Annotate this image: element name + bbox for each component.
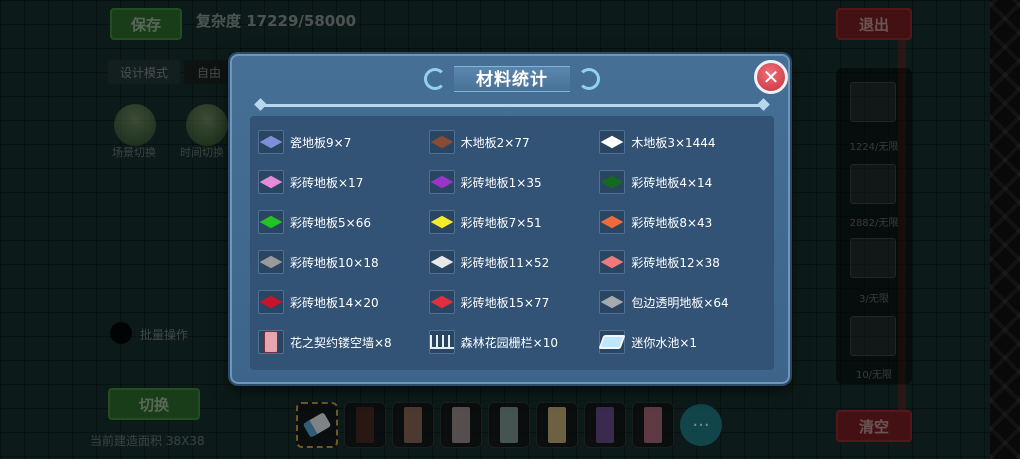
floor-tile-icon — [430, 135, 453, 149]
material-icon-box — [599, 290, 626, 314]
material-item: 彩砖地板12×38 — [599, 242, 766, 282]
material-icon-box — [428, 330, 455, 354]
fence-icon — [429, 335, 454, 349]
material-icon-box — [258, 290, 284, 314]
material-icon-box — [599, 170, 626, 194]
material-label: 森林花园栅栏×10 — [460, 335, 558, 350]
floor-tile-icon — [601, 295, 624, 309]
floor-tile-icon — [259, 295, 283, 309]
material-label: 彩砖地板11×52 — [460, 255, 550, 270]
material-icon-box — [258, 210, 284, 234]
floor-tile-icon — [259, 215, 283, 229]
floor-tile-icon — [430, 175, 453, 189]
floor-tile-icon — [430, 215, 453, 229]
material-item: 彩砖地板7×51 — [428, 202, 596, 242]
material-item: 彩砖地板10×18 — [258, 242, 425, 282]
material-label: 彩砖地板×17 — [290, 175, 364, 190]
floor-tile-icon — [259, 175, 283, 189]
close-icon: ✕ — [762, 65, 780, 89]
floor-tile-icon — [259, 135, 283, 149]
material-label: 彩砖地板14×20 — [290, 295, 379, 310]
material-item: 彩砖地板4×14 — [599, 162, 766, 202]
material-label: 彩砖地板4×14 — [631, 175, 713, 190]
material-item: 迷你水池×1 — [598, 322, 766, 362]
material-icon-box — [428, 290, 455, 314]
material-item: 花之契约镂空墙×8 — [258, 322, 425, 362]
material-item: 彩砖地板15×77 — [428, 282, 596, 322]
floor-tile-icon — [430, 295, 453, 309]
material-icon-box — [258, 330, 284, 354]
material-icon-box — [428, 210, 455, 234]
material-icon-box — [599, 250, 626, 274]
material-item: 彩砖地板11×52 — [428, 242, 596, 282]
material-label: 包边透明地板×64 — [631, 295, 729, 310]
floor-tile-icon — [601, 135, 624, 149]
material-item: 彩砖地板1×35 — [428, 162, 596, 202]
material-label: 彩砖地板10×18 — [290, 255, 379, 270]
material-icon-box — [428, 250, 455, 274]
floor-tile-icon — [430, 255, 453, 269]
material-label: 彩砖地板5×66 — [290, 215, 371, 230]
material-item: 包边透明地板×64 — [599, 282, 766, 322]
close-button[interactable]: ✕ — [754, 60, 788, 94]
material-label: 迷你水池×1 — [631, 335, 698, 350]
material-icon-box — [598, 330, 626, 354]
material-label: 彩砖地板7×51 — [460, 215, 542, 230]
header-divider — [260, 104, 764, 107]
material-label: 花之契约镂空墙×8 — [290, 335, 392, 350]
material-icon-box — [599, 130, 626, 154]
material-stats-dialog: 材料统计 ✕ 瓷地板9×7 木地板2×77 木地板3×1444 彩砖地板×17 彩砖地板… — [230, 54, 790, 384]
dialog-title: 材料统计 — [454, 66, 570, 92]
swirl-ornament-icon — [424, 68, 446, 90]
material-label: 彩砖地板15×77 — [460, 295, 550, 310]
material-icon-box — [258, 170, 284, 194]
floor-tile-icon — [259, 255, 283, 269]
material-icon-box — [428, 130, 455, 154]
material-label: 木地板2×77 — [460, 135, 530, 150]
material-icon-box — [599, 210, 626, 234]
swirl-ornament-icon — [578, 68, 600, 90]
lattice-wall-icon — [264, 331, 278, 353]
material-item: 瓷地板9×7 — [258, 122, 425, 162]
material-label: 木地板3×1444 — [631, 135, 716, 150]
pool-icon — [598, 335, 626, 349]
material-item: 彩砖地板×17 — [258, 162, 425, 202]
material-icon-box — [258, 130, 284, 154]
floor-tile-icon — [601, 215, 624, 229]
material-label: 瓷地板9×7 — [290, 135, 352, 150]
material-item: 木地板3×1444 — [599, 122, 766, 162]
material-label: 彩砖地板1×35 — [460, 175, 542, 190]
material-icon-box — [428, 170, 455, 194]
material-list: 瓷地板9×7 木地板2×77 木地板3×1444 彩砖地板×17 彩砖地板1×35 彩砖地… — [250, 116, 774, 370]
material-label: 彩砖地板12×38 — [631, 255, 720, 270]
floor-tile-icon — [601, 255, 624, 269]
material-item: 木地板2×77 — [428, 122, 596, 162]
material-label: 彩砖地板8×43 — [631, 215, 713, 230]
material-icon-box — [258, 250, 284, 274]
material-item: 森林花园栅栏×10 — [428, 322, 596, 362]
material-item: 彩砖地板14×20 — [258, 282, 425, 322]
floor-tile-icon — [601, 175, 624, 189]
material-item: 彩砖地板5×66 — [258, 202, 425, 242]
material-item: 彩砖地板8×43 — [599, 202, 766, 242]
dialog-header: 材料统计 — [412, 66, 612, 92]
